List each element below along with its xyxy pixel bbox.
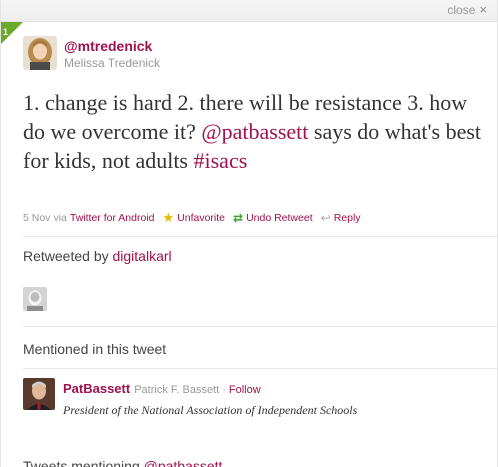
tweet-detail-panel: close × 1 @mtredenick Melissa Tredenick … <box>0 0 498 467</box>
divider <box>23 368 497 369</box>
mention-link[interactable]: @patbassett <box>201 119 308 144</box>
reply-icon: ↩ <box>320 211 331 225</box>
mentioned-user-avatar[interactable] <box>23 378 55 410</box>
undo-retweet-label: Undo Retweet <box>246 212 313 224</box>
unfavorite-button[interactable]: ★ Unfavorite <box>163 210 226 226</box>
retweeter-avatar[interactable] <box>23 287 47 311</box>
hashtag-link[interactable]: #isacs <box>194 148 248 173</box>
retweeted-by-label: Retweeted by <box>23 248 109 264</box>
reply-label: Reply <box>333 212 361 224</box>
unfavorite-label: Unfavorite <box>177 212 226 224</box>
tweets-mentioning-heading: Tweets mentioning @patbassett <box>23 458 222 467</box>
mentioned-user-bio: President of the National Association of… <box>63 403 358 417</box>
star-icon: ★ <box>162 210 175 225</box>
mentioned-user-screen-name[interactable]: PatBassett <box>63 381 130 396</box>
tweet-source-link[interactable]: Twitter for Android <box>70 212 155 224</box>
close-button[interactable]: close × <box>447 2 487 17</box>
close-icon: × <box>479 2 487 17</box>
author-avatar[interactable] <box>23 36 57 70</box>
undo-retweet-button[interactable]: ⇄ Undo Retweet <box>233 211 313 225</box>
mentions-title: Mentioned in this tweet <box>23 341 167 357</box>
separator: · <box>222 384 226 396</box>
mentioned-user-real-name: Patrick F. Bassett <box>134 384 220 396</box>
close-label: close <box>447 2 476 17</box>
tweet-meta: 5 Nov via Twitter for Android ★ Unfavori… <box>23 210 361 226</box>
panel-header: close × <box>1 0 497 22</box>
via-label: via <box>53 212 67 224</box>
follow-button[interactable]: Follow <box>229 384 261 396</box>
count-badge-number: 1 <box>3 27 9 37</box>
tweets-mentioning-link[interactable]: @patbassett <box>144 458 223 467</box>
divider <box>23 236 497 237</box>
reply-button[interactable]: ↩ Reply <box>321 211 361 225</box>
divider <box>23 326 497 327</box>
tweets-mentioning-label: Tweets mentioning <box>23 458 140 467</box>
mentioned-user-header: PatBassett Patrick F. Bassett · Follow <box>63 381 261 396</box>
retweeted-by: Retweeted by digitalkarl <box>23 248 172 264</box>
retweet-icon: ⇄ <box>233 211 244 225</box>
tweet-date[interactable]: 5 Nov <box>23 212 50 224</box>
author-handle[interactable]: @mtredenick <box>64 38 152 54</box>
retweeter-link[interactable]: digitalkarl <box>113 248 172 264</box>
tweet-text: 1. change is hard 2. there will be resis… <box>23 88 493 175</box>
author-name: Melissa Tredenick <box>64 56 161 70</box>
